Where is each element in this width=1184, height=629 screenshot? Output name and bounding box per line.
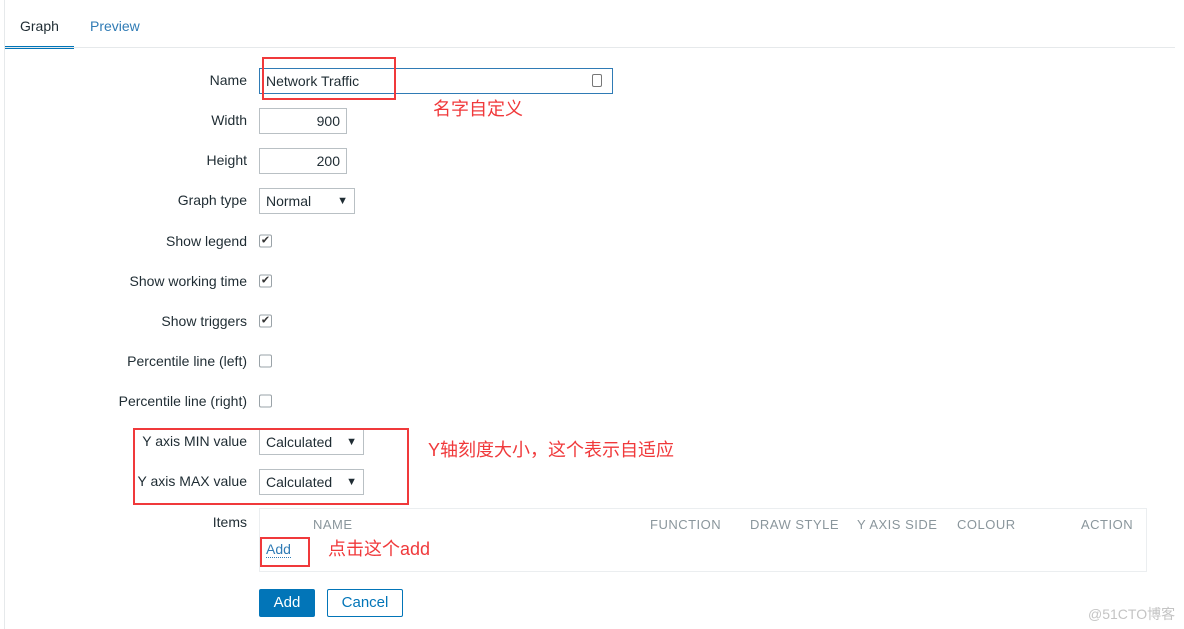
graph-type-select[interactable]: Normal ▼	[259, 188, 355, 214]
tab-divider	[5, 47, 1175, 48]
graph-type-label: Graph type	[177, 192, 247, 208]
tab-preview[interactable]: Preview	[75, 10, 155, 46]
width-label: Width	[211, 112, 247, 128]
annotation-box-name	[262, 57, 396, 100]
show-legend-label: Show legend	[166, 233, 247, 249]
column-header-function: FUNCTION	[650, 517, 722, 532]
show-working-time-checkbox[interactable]: ✔	[259, 274, 272, 288]
column-header-name: NAME	[313, 517, 353, 532]
width-input[interactable]: 900	[259, 108, 347, 134]
percentile-left-checkbox[interactable]	[259, 354, 272, 368]
autofill-icon	[592, 74, 602, 87]
column-header-action: ACTION	[1081, 517, 1134, 532]
show-working-time-label: Show working time	[129, 273, 248, 289]
tab-graph[interactable]: Graph	[5, 10, 74, 49]
column-header-colour: COLOUR	[957, 517, 1016, 532]
show-triggers-label: Show triggers	[161, 313, 247, 329]
watermark: @51CTO博客	[1088, 606, 1176, 622]
percentile-right-label: Percentile line (right)	[118, 393, 247, 409]
items-label: Items	[212, 514, 247, 530]
annotation-name: 名字自定义	[433, 99, 523, 119]
cancel-button[interactable]: Cancel	[327, 589, 403, 617]
add-button[interactable]: Add	[259, 589, 315, 617]
percentile-left-label: Percentile line (left)	[127, 353, 247, 369]
left-border	[4, 0, 5, 629]
height-label: Height	[206, 152, 247, 168]
dropdown-arrow-icon: ▼	[337, 195, 348, 207]
graph-type-value: Normal	[266, 193, 312, 209]
annotation-box-yaxis	[133, 428, 409, 505]
annotation-add: 点击这个add	[328, 539, 431, 559]
column-header-y-axis-side: Y AXIS SIDE	[857, 517, 938, 532]
show-legend-checkbox[interactable]: ✔	[259, 234, 272, 248]
percentile-right-checkbox[interactable]	[259, 394, 272, 408]
name-label: Name	[209, 72, 247, 88]
annotation-box-add	[260, 537, 310, 567]
show-triggers-checkbox[interactable]: ✔	[259, 314, 272, 328]
height-input[interactable]: 200	[259, 148, 347, 174]
column-header-draw-style: DRAW STYLE	[750, 517, 840, 532]
annotation-yaxis: Y轴刻度大小，这个表示自适应	[428, 440, 675, 460]
